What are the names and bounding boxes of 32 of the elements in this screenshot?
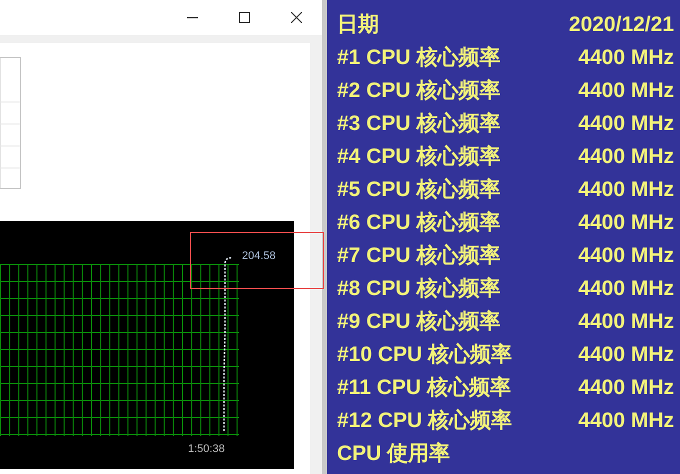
sensor-value: 4400 MHz [578,144,674,170]
sensor-label: #12 CPU 核心频率 [337,408,512,434]
sensor-label: #4 CPU 核心频率 [337,144,500,170]
sensor-value: 2020/12/21 [568,12,674,38]
sensor-value: 4400 MHz [578,276,674,302]
sensor-label: #8 CPU 核心频率 [337,276,500,302]
sensor-label: CPU 使用率 [337,440,450,467]
sensor-value: 4400 MHz [578,374,674,401]
sensor-value: 4400 MHz [578,44,674,71]
peak-value: 204.58 [242,249,276,264]
sensor-value: 4400 MHz [578,110,674,137]
sensor-label: #11 CPU 核心频率 [337,374,511,401]
sensor-label: #3 CPU 核心频率 [337,110,500,137]
sensor-value: 4400 MHz [578,242,674,269]
sensor-label: #6 CPU 核心频率 [337,210,500,236]
sensor-value: 4400 MHz [578,78,674,104]
sensor-label: #2 CPU 核心频率 [337,78,500,104]
sensor-value: 4400 MHz [578,308,674,335]
sensor-label: #9 CPU 核心频率 [337,308,500,335]
time-label: 1:50:38 [188,442,225,457]
minimize-icon [186,16,198,18]
sensor-label: 日期 [337,12,379,38]
sensor-value: 4400 MHz [578,210,674,236]
sensor-value: 4400 MHz [578,408,674,434]
sensor-label: #10 CPU 核心频率 [337,342,512,368]
sensor-label: #7 CPU 核心频率 [337,242,500,269]
sensor-label: #1 CPU 核心频率 [337,44,500,71]
sensor-value: 4400 MHz [578,342,674,368]
maximize-icon [238,12,250,23]
close-icon [290,12,302,23]
sensor-value: 4400 MHz [578,176,674,203]
sensor-label: #5 CPU 核心频率 [337,176,500,203]
